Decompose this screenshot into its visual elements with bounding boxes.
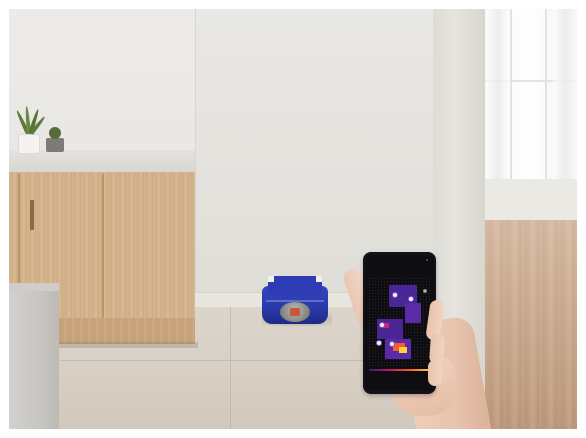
finger xyxy=(428,360,442,386)
close-icon: × xyxy=(426,257,429,262)
photo-scene: × xyxy=(0,0,586,438)
wood-floor-shade xyxy=(485,220,577,429)
window-mullion xyxy=(510,9,512,179)
curtain xyxy=(486,9,510,199)
plant-pot-small xyxy=(46,138,64,152)
phone-screen: × xyxy=(365,255,434,391)
robot-vacuum-top xyxy=(268,276,322,296)
map-room xyxy=(405,303,421,323)
plant-pot xyxy=(18,134,40,154)
robot-accent xyxy=(290,308,300,316)
cabinet-handle xyxy=(30,200,34,230)
robot-corner-marker xyxy=(268,276,274,282)
map-pin xyxy=(379,322,385,328)
cabinet-shadow xyxy=(58,342,198,348)
map-pin xyxy=(376,340,382,346)
succulent xyxy=(49,127,61,139)
cabinet-door-seam xyxy=(102,174,104,322)
map-pin xyxy=(408,296,414,302)
robot-corner-marker xyxy=(316,276,322,282)
map-hotspot xyxy=(399,347,407,353)
map-dock-marker xyxy=(423,289,427,293)
cabinet-plinth xyxy=(58,318,195,344)
curtain xyxy=(553,9,577,199)
map-pin xyxy=(392,292,398,298)
kitchen-island xyxy=(9,291,59,429)
debris-scale-bar xyxy=(369,369,430,371)
floor-tile-seam xyxy=(230,305,231,429)
window-mullion xyxy=(545,9,547,179)
adjacent-room-wall xyxy=(485,179,577,222)
map-pin xyxy=(389,341,395,347)
